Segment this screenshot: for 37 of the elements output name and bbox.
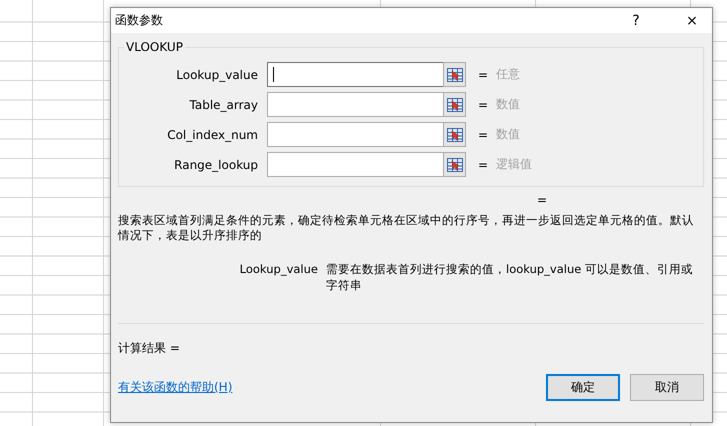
argument-label: Range_lookup — [173, 158, 258, 172]
input-field[interactable] — [267, 92, 443, 117]
argument-result: 数值 — [496, 96, 520, 113]
argument-name: Lookup_value — [238, 261, 318, 278]
table-arrow-icon — [446, 128, 462, 142]
help-button[interactable]: ? — [616, 8, 656, 33]
function-description: 搜索表区域首列满足条件的元素，确定待检索单元格在区域中的行序号，再进一步返回选定单元格的值。默认情况下，表是以升序排序的 — [118, 213, 695, 243]
argument-result: 逻辑值 — [496, 156, 532, 173]
argument-label: Lookup_value — [175, 68, 258, 82]
equals-sign: = — [478, 158, 488, 172]
window-title: 函数参数 — [115, 12, 163, 29]
range-select-button[interactable] — [443, 122, 466, 147]
input-field[interactable] — [267, 122, 443, 147]
equals-sign: = — [478, 68, 488, 82]
equals-sign: = — [478, 98, 488, 112]
result-label: 计算结果 = — [118, 341, 180, 355]
range-select-button[interactable] — [443, 62, 466, 87]
argument-description: 需要在数据表首列进行搜索的值，lookup_value 可以是数值、引用或字符串 — [326, 261, 694, 293]
argument-result: 任意 — [496, 66, 520, 83]
formula-result: = — [537, 193, 548, 207]
group-title: VLOOKUP — [124, 40, 185, 54]
input-field[interactable] — [267, 62, 443, 87]
table-arrow-icon — [446, 158, 462, 172]
argument-result: 数值 — [496, 126, 520, 143]
input-field[interactable] — [267, 152, 443, 177]
cancel-button[interactable]: 取消 — [630, 374, 704, 401]
help-link[interactable]: 有关该函数的帮助(H) — [118, 379, 232, 396]
range-select-button[interactable] — [443, 152, 466, 177]
table-arrow-icon — [446, 98, 462, 112]
range-select-button[interactable] — [443, 92, 466, 117]
text-cursor — [273, 67, 274, 82]
argument-label: Table_array — [188, 98, 258, 112]
close-button[interactable]: × — [672, 8, 712, 33]
table-arrow-icon — [446, 68, 462, 82]
argument-label: Col_index_num — [166, 128, 258, 142]
equals-sign: = — [478, 128, 488, 142]
ok-button[interactable]: 确定 — [546, 374, 620, 401]
